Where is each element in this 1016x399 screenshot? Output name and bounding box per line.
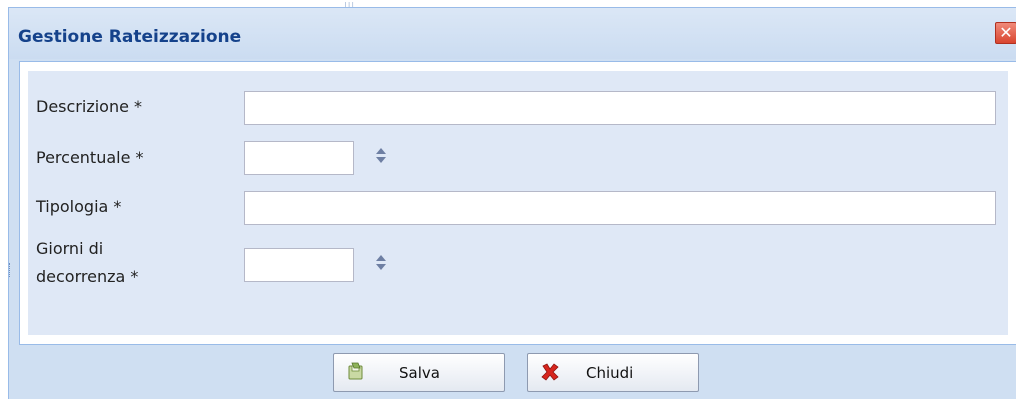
cancel-button-label: Chiudi [586, 364, 634, 382]
spinner-down-icon[interactable] [376, 264, 386, 270]
close-icon: ✕ [999, 23, 1013, 42]
spinner-up-icon[interactable] [376, 148, 386, 154]
descrizione-input[interactable] [244, 91, 996, 125]
save-button-label: Salva [399, 364, 440, 382]
tipologia-input[interactable] [244, 191, 996, 225]
giorni-decorrenza-label-line2: decorrenza * [36, 267, 139, 286]
close-button[interactable]: ✕ [995, 22, 1016, 44]
dialog-title: Gestione Rateizzazione [18, 27, 242, 47]
cancel-icon [541, 363, 559, 381]
giorni-decorrenza-spinner[interactable] [375, 253, 387, 273]
giorni-decorrenza-input[interactable] [244, 248, 354, 282]
spinner-up-icon[interactable] [376, 255, 386, 261]
dialog-window: Gestione Rateizzazione ✕ Descrizione * P… [8, 7, 1016, 399]
spinner-down-icon[interactable] [376, 157, 386, 163]
descrizione-label: Descrizione * [36, 97, 143, 116]
form-panel: Descrizione * Percentuale * Tipologia * … [28, 71, 1008, 335]
cancel-button[interactable]: Chiudi [527, 353, 699, 392]
percentuale-label: Percentuale * [36, 148, 144, 167]
dialog-titlebar[interactable]: Gestione Rateizzazione ✕ [9, 8, 1016, 59]
tipologia-label: Tipologia * [36, 197, 122, 216]
giorni-decorrenza-label-line1: Giorni di [36, 239, 104, 258]
percentuale-input[interactable] [244, 141, 354, 175]
save-button[interactable]: Salva [333, 353, 505, 392]
dialog-body: Descrizione * Percentuale * Tipologia * … [19, 61, 1016, 345]
percentuale-spinner[interactable] [375, 146, 387, 166]
save-icon [348, 362, 363, 380]
panel-edge-marker [9, 263, 13, 277]
